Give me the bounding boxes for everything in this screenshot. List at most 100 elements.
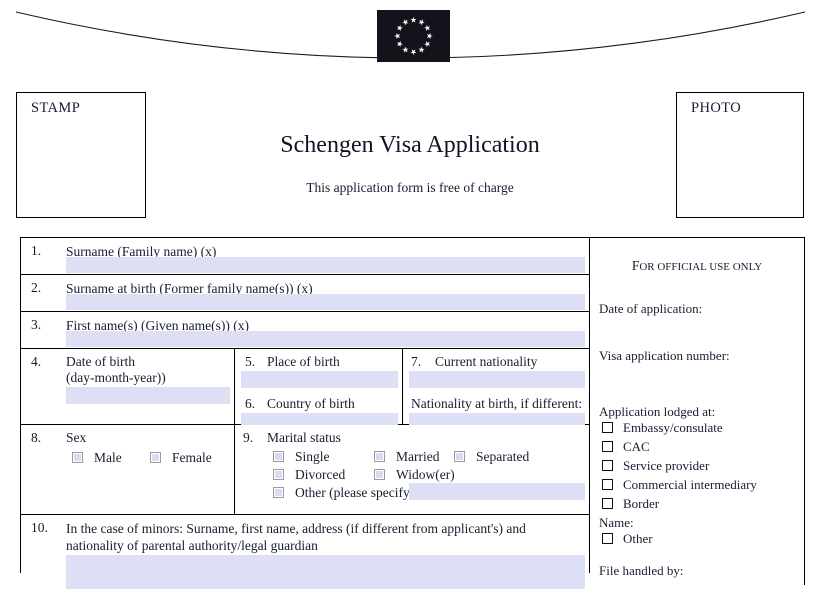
place-of-birth-input[interactable]: [241, 371, 398, 388]
checkbox-option-border[interactable]: Border: [602, 496, 659, 512]
field-number: 9.: [243, 430, 254, 445]
official-use-title-rest: OR OFFICIAL USE ONLY: [639, 261, 763, 273]
checkbox-label-widow: Widow(er): [396, 467, 455, 482]
checkbox-label-male: Male: [94, 450, 122, 465]
checkbox-option-other-lodged[interactable]: Other: [602, 531, 653, 547]
checkbox-option-female[interactable]: Female: [150, 450, 212, 466]
current-nationality-input[interactable]: [409, 371, 585, 388]
field-number: 5.: [245, 354, 256, 369]
photo-box: PHOTO: [676, 92, 804, 218]
field-number: 2.: [31, 280, 42, 295]
page-title: Schengen Visa Application: [280, 132, 540, 158]
date-of-birth-input[interactable]: [66, 387, 230, 404]
field-number: 3.: [31, 317, 42, 332]
first-names-input[interactable]: [66, 331, 585, 347]
checkbox-label-married: Married: [396, 449, 440, 464]
checkbox-cac-icon[interactable]: [602, 441, 613, 452]
field-number: 1.: [31, 243, 42, 258]
surname-input[interactable]: [66, 257, 585, 273]
field-label-current-nationality: Current nationality: [435, 354, 538, 369]
field-row-first-names: 3. First name(s) (Given name(s)) (x): [21, 312, 589, 349]
field-row-surname: 1. Surname (Family name) (x): [21, 238, 589, 275]
marital-status-cell: 9. Marital status Single Married Separat…: [235, 425, 589, 514]
checkbox-option-separated[interactable]: Separated: [454, 449, 529, 465]
photo-label: PHOTO: [691, 100, 742, 116]
checkbox-service-provider-icon[interactable]: [602, 460, 613, 471]
checkbox-border-icon[interactable]: [602, 498, 613, 509]
country-of-birth-input[interactable]: [241, 413, 398, 425]
visa-application-number-label: Visa application number:: [599, 348, 730, 363]
checkbox-label-divorced: Divorced: [295, 467, 346, 482]
checkbox-label-other-marital: Other (please specify): [295, 485, 415, 500]
checkbox-embassy-consulate-icon[interactable]: [602, 422, 613, 433]
european-union-flag-icon: [377, 10, 450, 62]
checkbox-option-embassy-consulate[interactable]: Embassy/consulate: [602, 420, 723, 436]
name-label: Name:: [599, 515, 634, 530]
field-label-place-of-birth: Place of birth: [267, 354, 340, 369]
checkbox-label-border: Border: [623, 496, 660, 511]
file-handled-by-label: File handled by:: [599, 563, 684, 578]
checkbox-option-other-marital[interactable]: Other (please specify): [273, 485, 414, 501]
field-label-sex: Sex: [66, 430, 87, 445]
form-left-column: 1. Surname (Family name) (x) 2. Surname …: [20, 237, 590, 589]
checkbox-other-lodged-icon[interactable]: [602, 533, 613, 544]
checkbox-female-icon[interactable]: [150, 452, 161, 463]
minors-input[interactable]: [66, 555, 585, 589]
field-number: 10.: [31, 520, 48, 535]
field-label-dob-line2: (day-month-year)): [66, 370, 166, 385]
date-of-application-label: Date of application:: [599, 301, 703, 316]
marital-other-input[interactable]: [409, 483, 585, 500]
page-subtitle: This application form is free of charge: [306, 180, 514, 195]
field-label-country-of-birth: Country of birth: [267, 396, 355, 411]
checkbox-label-separated: Separated: [476, 449, 530, 464]
title-block: Schengen Visa Application This applicati…: [150, 130, 670, 197]
checkbox-option-male[interactable]: Male: [72, 450, 122, 466]
nationality-cell: 7. Current nationality Nationality at bi…: [403, 349, 589, 425]
checkbox-option-service-provider[interactable]: Service provider: [602, 458, 709, 474]
field-label-nationality-at-birth: Nationality at birth, if different:: [411, 396, 583, 411]
date-of-birth-cell: 4. Date of birth (day-month-year)): [21, 349, 235, 424]
field-label-marital-status: Marital status: [267, 430, 341, 445]
place-country-birth-cell: 5. Place of birth 6. Country of birth: [235, 349, 403, 425]
checkbox-widow-icon[interactable]: [374, 469, 385, 480]
field-number: 6.: [245, 396, 256, 411]
checkbox-label-embassy-consulate: Embassy/consulate: [623, 420, 723, 435]
checkbox-male-icon[interactable]: [72, 452, 83, 463]
field-row-birth-nationality: 4. Date of birth (day-month-year)) 5. Pl…: [21, 349, 589, 425]
field-label-dob-line1: Date of birth: [66, 354, 135, 369]
official-use-title: FOR OFFICIAL USE ONLY: [590, 258, 804, 274]
checkbox-option-divorced[interactable]: Divorced: [273, 467, 345, 483]
checkbox-other-marital-icon[interactable]: [273, 487, 284, 498]
checkbox-label-female: Female: [172, 450, 212, 465]
surname-at-birth-input[interactable]: [66, 294, 585, 310]
checkbox-commercial-intermediary-icon[interactable]: [602, 479, 613, 490]
checkbox-label-single: Single: [295, 449, 330, 464]
checkbox-label-service-provider: Service provider: [623, 458, 710, 473]
sex-cell: 8. Sex Male Female: [21, 425, 235, 514]
nationality-at-birth-input[interactable]: [409, 413, 585, 425]
form-area: 1. Surname (Family name) (x) 2. Surname …: [20, 237, 805, 589]
visa-application-page: STAMP PHOTO Schengen Visa Application Th…: [0, 0, 821, 589]
field-label-minors: In the case of minors: Surname, first na…: [66, 521, 526, 553]
field-number: 4.: [31, 354, 42, 369]
checkbox-option-cac[interactable]: CAC: [602, 439, 650, 455]
checkbox-label-commercial-intermediary: Commercial intermediary: [623, 477, 757, 492]
checkbox-option-widow[interactable]: Widow(er): [374, 467, 455, 483]
application-lodged-at-label: Application lodged at:: [599, 404, 716, 419]
checkbox-label-other-lodged: Other: [623, 531, 653, 546]
field-row-surname-at-birth: 2. Surname at birth (Former family name(…: [21, 275, 589, 312]
field-number: 7.: [411, 354, 422, 369]
checkbox-option-single[interactable]: Single: [273, 449, 330, 465]
checkbox-label-cac: CAC: [623, 439, 650, 454]
checkbox-single-icon[interactable]: [273, 451, 284, 462]
official-use-column: FOR OFFICIAL USE ONLY Date of applicatio…: [590, 237, 805, 585]
stamp-box: STAMP: [16, 92, 146, 218]
checkbox-option-married[interactable]: Married: [374, 449, 439, 465]
field-number: 8.: [31, 430, 42, 445]
stamp-label: STAMP: [31, 100, 81, 116]
checkbox-option-commercial-intermediary[interactable]: Commercial intermediary: [602, 477, 757, 493]
checkbox-divorced-icon[interactable]: [273, 469, 284, 480]
checkbox-separated-icon[interactable]: [454, 451, 465, 462]
checkbox-married-icon[interactable]: [374, 451, 385, 462]
field-row-sex-marital: 8. Sex Male Female 9. Marital status Sin…: [21, 425, 589, 515]
